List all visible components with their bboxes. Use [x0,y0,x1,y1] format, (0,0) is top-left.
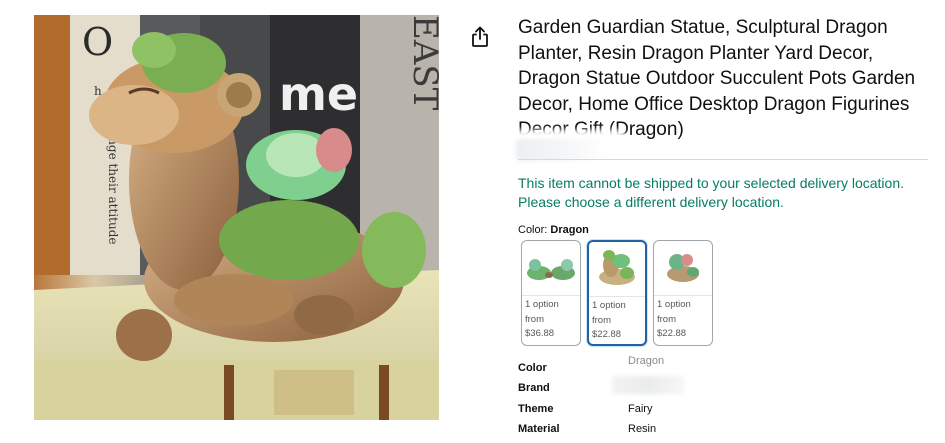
swatch-option-count: 1 option [657,299,691,310]
spec-key: Color [518,362,547,374]
swatch-option-count: 1 option [525,299,559,310]
spec-row-material: Material Resin [518,423,818,443]
selected-color-name: Dragon [550,224,589,236]
redacted-rating-blur [516,139,606,161]
swatch-thumbnail [522,241,580,296]
color-swatch-selected[interactable]: 1 option from $22.88 [587,240,647,346]
share-icon[interactable] [470,26,490,48]
spec-key: Brand [518,382,550,394]
book-spine-text: ange their attitude [106,130,120,245]
book-spine-text: EAST [405,15,439,111]
swatch-from: from [592,314,611,326]
swatch-price: $36.88 [525,328,555,339]
spec-key: Theme [518,403,554,415]
swatch-price: $22.88 [657,328,687,339]
book-spine-text: me [279,67,358,121]
color-swatch[interactable]: 1 option from $36.88 [521,240,581,346]
dragon-planter-photo: O me EAST ange their attitude ir h [34,15,439,420]
product-image[interactable]: O me EAST ange their attitude ir h [34,15,439,420]
dragon-thumbnail [599,250,635,285]
spec-key: Material [518,423,560,435]
swatch-price: $22.88 [592,329,622,340]
spec-value: Resin [628,423,657,435]
spec-row-theme: Theme Fairy [518,403,818,423]
divider [518,159,928,160]
book-spine-text: O [82,20,113,64]
color-selector-label: Color: Dragon [518,224,589,236]
swatch-thumbnail [654,241,712,296]
swatch-thumbnail [589,242,645,297]
color-swatch[interactable]: 1 option from $22.88 [653,240,713,346]
dragon-thumbnail [667,254,699,282]
spec-value: Dragon [628,355,665,367]
redacted-brand-value [612,376,684,394]
swatch-from: from [657,313,676,325]
swatch-from: from [525,313,544,325]
color-label-prefix: Color: [518,224,551,236]
product-title: Garden Guardian Statue, Sculptural Drago… [518,17,916,140]
two-dragons-thumbnail [527,259,575,280]
swatch-option-count: 1 option [592,300,626,311]
shipping-unavailable-message: This item cannot be shipped to your sele… [518,175,904,210]
spec-value: Fairy [628,403,653,415]
